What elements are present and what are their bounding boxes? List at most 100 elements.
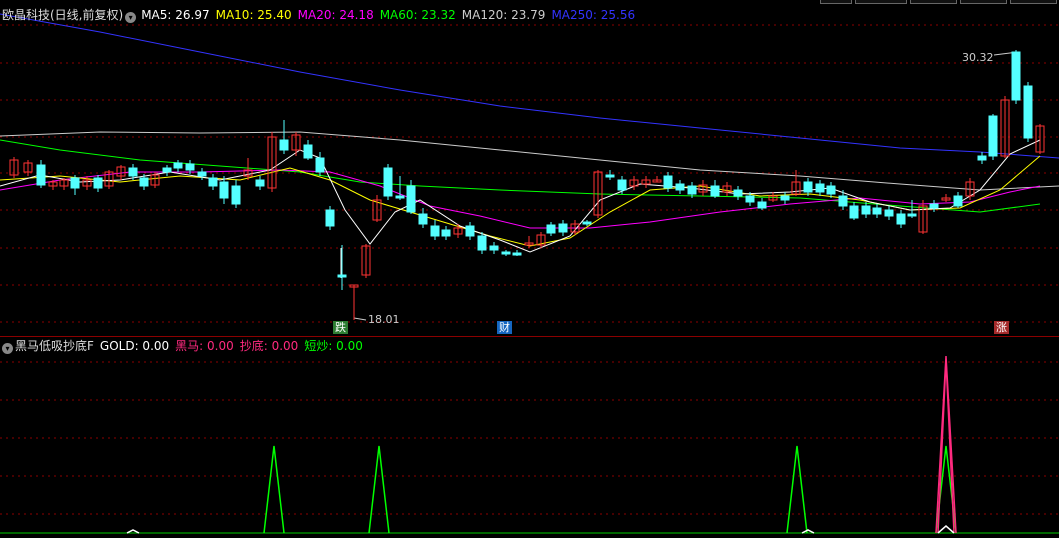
candle-down — [826, 182, 836, 198]
candle-down — [849, 202, 859, 220]
candle-down — [255, 176, 265, 190]
candle-down — [315, 152, 325, 176]
candle-down — [36, 160, 46, 188]
candle-body — [757, 201, 767, 209]
candle-up — [349, 284, 359, 320]
candle-down — [838, 190, 848, 210]
candle-down — [605, 170, 615, 180]
candle-down — [988, 114, 998, 160]
event-marker-up[interactable]: 涨 — [994, 321, 1009, 334]
ma5-line — [0, 139, 1041, 253]
toolbar-tab[interactable] — [1010, 0, 1057, 4]
candle-down — [173, 160, 183, 172]
candle-down — [337, 245, 347, 290]
candle-down — [675, 180, 685, 194]
candle-body — [872, 207, 882, 215]
candle-body — [826, 185, 836, 195]
chevron-down-icon[interactable]: ▾ — [125, 12, 137, 23]
indicator-legend-item: GOLD: 0.00 — [99, 339, 170, 353]
ma-legend-item: MA60: 23.32 — [379, 8, 456, 22]
candle-down — [803, 178, 813, 196]
candle-body — [208, 177, 218, 187]
candle-body — [325, 209, 335, 227]
candle-up — [918, 200, 928, 234]
chart-canvas[interactable] — [0, 0, 1059, 538]
ma60-line — [0, 139, 1041, 213]
candle-down — [1011, 50, 1021, 104]
candle-down — [733, 186, 743, 200]
candle-down — [977, 152, 987, 164]
candle-up — [536, 232, 546, 248]
candle-down — [884, 206, 894, 220]
candle-up — [361, 244, 371, 278]
candle-body — [803, 181, 813, 193]
top-toolbar-strip — [0, 0, 1059, 4]
toolbar-tab[interactable] — [910, 0, 957, 4]
candle-down — [1023, 82, 1033, 142]
candle-body — [710, 185, 720, 197]
candle-down — [93, 175, 103, 192]
candle-body — [861, 205, 871, 215]
ma-legend-item: MA250: 25.56 — [551, 8, 636, 22]
candle-up — [1035, 124, 1045, 154]
candle-body — [128, 167, 138, 177]
candle-body — [815, 183, 825, 193]
candle-up — [48, 180, 58, 190]
indicator-legend-item: 抄底: 0.00 — [239, 339, 299, 353]
candle-down — [303, 140, 313, 160]
candle-body — [418, 213, 428, 225]
candle-body — [582, 221, 592, 225]
candle-body — [383, 167, 393, 197]
indicator-legend-item: 黑马: 0.00 — [175, 339, 234, 353]
event-marker-down[interactable]: 跌 — [333, 321, 348, 334]
candle-down — [162, 165, 172, 176]
toolbar-tab[interactable] — [820, 0, 852, 4]
candle-down — [395, 176, 405, 200]
low-pointer — [353, 317, 367, 321]
candle-body — [977, 155, 987, 161]
candlestick-series[interactable] — [9, 50, 1045, 320]
candle-up — [524, 236, 534, 248]
candle-down — [383, 164, 393, 200]
candle-body — [231, 185, 241, 205]
candle-down — [197, 168, 207, 180]
candle-up — [243, 158, 253, 180]
stock-title[interactable]: 欧晶科技(日线,前复权) — [2, 8, 123, 22]
candle-down — [465, 222, 475, 240]
ma-legend: MA5: 26.97 MA10: 25.40 MA20: 24.18 MA60: 23… — [141, 8, 641, 22]
chevron-down-icon[interactable]: ▾ — [2, 343, 13, 354]
high-price-label: 30.32 — [962, 51, 994, 64]
candle-down — [757, 198, 767, 210]
candle-down — [558, 220, 568, 236]
candle-up — [641, 176, 651, 188]
candle-down — [208, 174, 218, 190]
candle-down — [512, 250, 522, 256]
candle-down — [861, 202, 871, 218]
gold-spike — [937, 525, 955, 534]
candle-down — [815, 180, 825, 196]
candle-body — [953, 195, 963, 207]
short-trade-spike — [786, 445, 808, 534]
candle-body — [884, 209, 894, 217]
indicator-panel-header: ▾ 黑马低吸抄底F GOLD: 0.00 黑马: 0.00 抄底: 0.00 短炒: 0.… — [2, 339, 371, 354]
candle-down — [953, 192, 963, 208]
indicator-series — [0, 355, 1059, 534]
indicator-name[interactable]: 黑马低吸抄底F — [15, 339, 94, 353]
event-marker-finance[interactable]: 财 — [497, 321, 512, 334]
toolbar-tab[interactable] — [855, 0, 907, 4]
candle-body — [430, 225, 440, 237]
candle-body — [907, 213, 917, 217]
candle-body — [733, 189, 743, 197]
low-price-label: 18.01 — [368, 313, 400, 326]
candle-body — [197, 171, 207, 177]
ma-legend-item: MA120: 23.79 — [461, 8, 546, 22]
candle-body — [185, 163, 195, 171]
candle-body — [605, 174, 615, 178]
candle-body — [617, 179, 627, 191]
candle-body — [501, 251, 511, 255]
toolbar-tab[interactable] — [960, 0, 1007, 4]
candle-body — [675, 183, 685, 191]
panel-divider[interactable] — [0, 336, 1059, 337]
candle-body — [663, 175, 673, 189]
candle-up — [722, 182, 732, 196]
